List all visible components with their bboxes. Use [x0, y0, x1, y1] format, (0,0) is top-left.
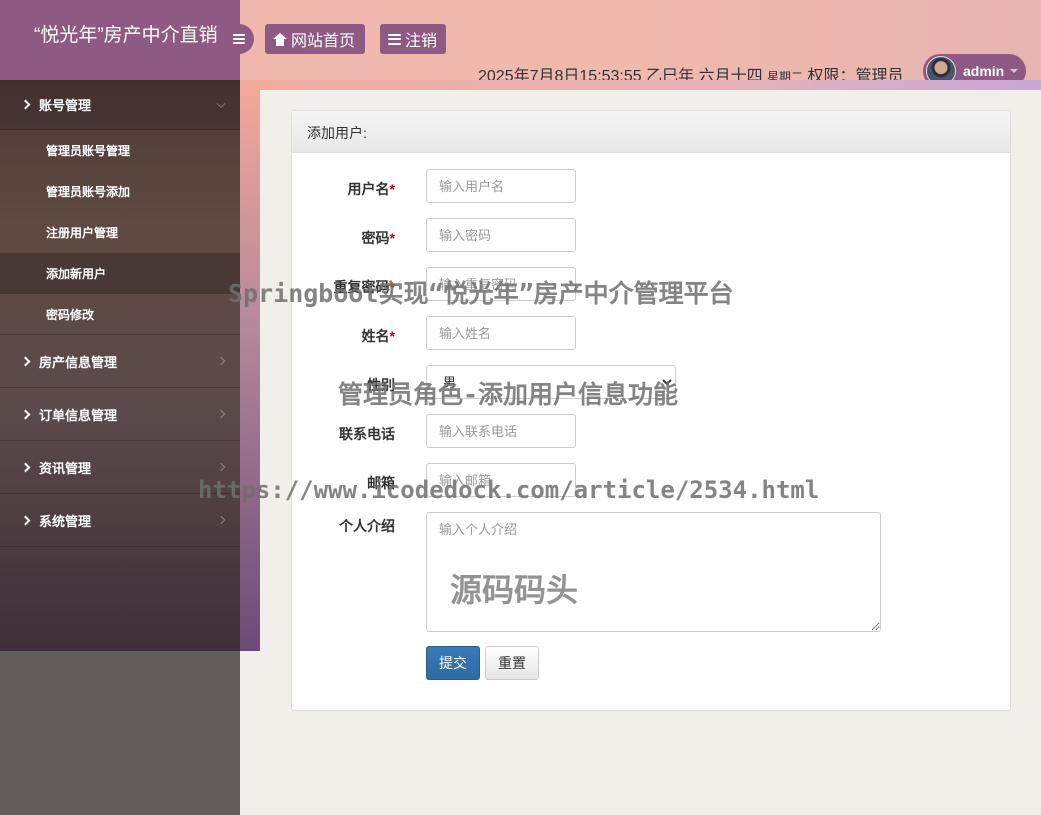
- email-input[interactable]: [426, 463, 576, 497]
- bars-icon: [388, 33, 401, 45]
- gender-label: 性别: [367, 377, 395, 393]
- chevron-right-icon: [20, 99, 31, 110]
- sidebar-group-property[interactable]: 房产信息管理: [0, 335, 240, 388]
- sidebar-group-label: 系统管理: [39, 513, 92, 529]
- role-text: 权限：管理员: [807, 68, 904, 85]
- home-icon: [273, 32, 287, 46]
- panel-title: 添加用户:: [292, 111, 1010, 153]
- logout-button[interactable]: 注销: [380, 24, 446, 54]
- brand-title: “悦光年”房产中介直销: [34, 25, 218, 46]
- sidebar-group-label: 订单信息管理: [39, 407, 118, 423]
- sidebar-item-admin-manage[interactable]: 管理员账号管理: [0, 130, 240, 171]
- datetime-text: 2025年7月8日15:53:55 乙巳年 六月十四: [478, 68, 763, 85]
- sidebar-group-account[interactable]: 账号管理: [0, 80, 240, 130]
- caret-down-icon: [1010, 69, 1019, 73]
- home-button[interactable]: 网站首页: [265, 24, 365, 54]
- username-label: 用户名*: [347, 181, 395, 197]
- password-label: 密码*: [361, 230, 395, 246]
- logout-button-label: 注销: [405, 33, 438, 50]
- username-label: admin: [963, 63, 1005, 79]
- username-input[interactable]: [426, 169, 576, 203]
- sidebar-group-system[interactable]: 系统管理: [0, 494, 240, 547]
- reset-button[interactable]: 重置: [485, 646, 539, 680]
- home-button-label: 网站首页: [291, 33, 356, 50]
- chevron-right-icon: [216, 515, 226, 525]
- avatar: [926, 56, 956, 86]
- chevron-right-icon: [216, 462, 226, 472]
- chevron-right-icon: [20, 409, 31, 419]
- menu-toggle-button[interactable]: [224, 24, 254, 54]
- password-input[interactable]: [426, 218, 576, 252]
- email-label: 邮箱: [367, 475, 395, 491]
- chevron-right-icon: [216, 409, 226, 419]
- top-header: “悦光年”房产中介直销 网站首页 注销 2025年7月8日15:53:55 乙巳…: [0, 0, 1041, 90]
- brand-area: “悦光年”房产中介直销: [0, 0, 240, 80]
- confirm-password-input[interactable]: [426, 267, 576, 301]
- intro-label: 个人介绍: [339, 518, 395, 534]
- sidebar-item-label: 管理员账号管理: [46, 144, 131, 158]
- sidebar-accent-strip: [240, 90, 260, 651]
- realname-input[interactable]: [426, 316, 576, 350]
- sidebar-item-admin-add[interactable]: 管理员账号添加: [0, 171, 240, 212]
- sidebar-item-user-manage[interactable]: 注册用户管理: [0, 212, 240, 253]
- intro-textarea[interactable]: [426, 512, 881, 632]
- sidebar-item-label: 添加新用户: [46, 267, 107, 281]
- sidebar-group-orders[interactable]: 订单信息管理: [0, 388, 240, 441]
- phone-input[interactable]: [426, 414, 576, 448]
- chevron-right-icon: [20, 356, 31, 366]
- sidebar-group-label: 房产信息管理: [39, 354, 118, 370]
- sidebar-group-news[interactable]: 资讯管理: [0, 441, 240, 494]
- sidebar-item-label: 管理员账号添加: [46, 185, 131, 199]
- sidebar-group-label: 账号管理: [39, 98, 92, 113]
- submit-button[interactable]: 提交: [426, 646, 480, 680]
- sidebar-item-add-user[interactable]: 添加新用户: [0, 253, 240, 294]
- bars-icon: [233, 34, 245, 44]
- status-line: 2025年7月8日15:53:55 乙巳年 六月十四 星期二 权限：管理员: [478, 62, 904, 86]
- weekday-text: 星期二: [767, 70, 804, 84]
- gender-select[interactable]: 男: [426, 365, 676, 399]
- chevron-right-icon: [216, 356, 226, 366]
- chevron-down-icon: [216, 99, 226, 108]
- realname-label: 姓名*: [361, 328, 395, 344]
- phone-label: 联系电话: [339, 426, 395, 442]
- confirm-password-label: 重复密码*: [333, 279, 395, 295]
- sidebar-item-label: 注册用户管理: [46, 226, 119, 240]
- chevron-right-icon: [20, 515, 31, 525]
- sidebar-item-password[interactable]: 密码修改: [0, 294, 240, 335]
- user-menu[interactable]: admin: [923, 54, 1026, 88]
- sidebar-footer: [0, 651, 240, 815]
- sidebar-item-label: 密码修改: [46, 307, 95, 322]
- chevron-right-icon: [20, 462, 31, 472]
- add-user-panel: 添加用户: 用户名* 密码* 重复密码* 姓名* 性别 男 联系电话 邮箱 个人…: [291, 110, 1011, 711]
- sidebar-group-label: 资讯管理: [39, 460, 92, 476]
